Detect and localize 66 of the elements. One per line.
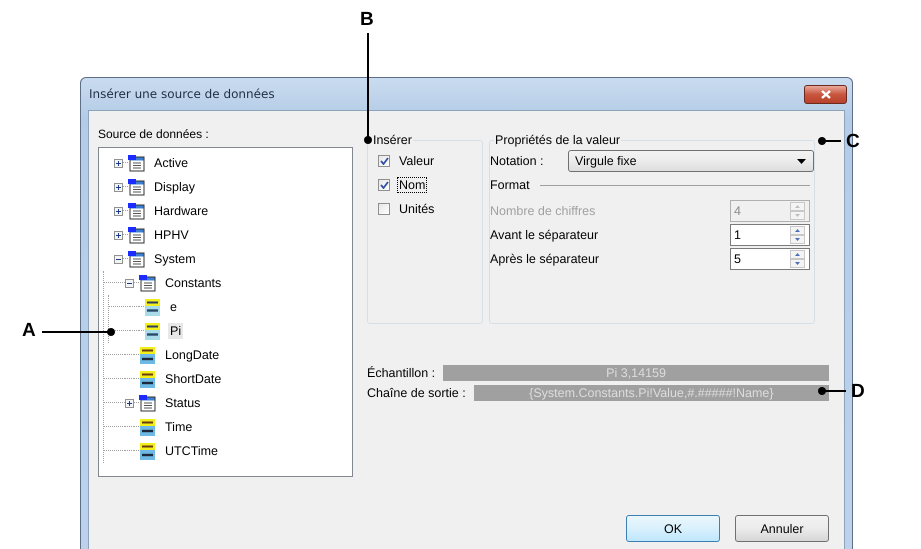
check-icon xyxy=(380,181,388,189)
expand-icon[interactable] xyxy=(114,206,123,216)
value-icon xyxy=(139,346,156,364)
caret-icon xyxy=(797,158,806,164)
tree-item[interactable]: Pi xyxy=(168,323,184,339)
tree-item[interactable]: ShortDate xyxy=(163,371,224,387)
field-label: Avant le séparateur xyxy=(490,228,598,242)
tree-item[interactable]: Active xyxy=(152,155,190,171)
collapse-icon[interactable] xyxy=(114,254,123,264)
tree-item[interactable]: Constants xyxy=(163,275,224,291)
cancel-button[interactable]: Annuler xyxy=(735,515,829,542)
window-title: Insérer une source de données xyxy=(88,87,275,101)
field-label: Source de données : xyxy=(98,127,210,141)
value-icon xyxy=(144,298,161,316)
section-title: Format xyxy=(490,178,530,192)
callout-label: B xyxy=(360,9,374,31)
window-icon xyxy=(139,394,156,412)
value-icon xyxy=(144,322,161,340)
group-title: Insérer xyxy=(372,133,413,147)
group-title: Propriétés de la valeur xyxy=(494,133,622,147)
leader-line xyxy=(817,387,846,397)
expand-icon[interactable] xyxy=(114,230,123,240)
output-string-field: {System.Constants.Pi!Value,#.#####!Name} xyxy=(474,385,829,401)
sample-field: Pi 3,14159 xyxy=(443,365,829,381)
checkbox-label[interactable]: Valeur xyxy=(398,154,436,168)
window-icon xyxy=(128,226,145,244)
tree-view[interactable]: Active Display Hardware HPHV System Constants e Pi LongDate ShortDate Status Time UTCTime xyxy=(98,147,353,477)
tree-item[interactable]: Display xyxy=(152,179,197,195)
value-icon xyxy=(139,442,156,460)
close-button[interactable] xyxy=(804,84,847,104)
ok-button[interactable]: OK xyxy=(626,515,720,542)
window-icon xyxy=(128,202,145,220)
tree-item[interactable]: UTCTime xyxy=(163,443,220,459)
field-label: Nombre de chiffres xyxy=(490,204,596,218)
checkbox[interactable] xyxy=(378,155,390,167)
window-icon xyxy=(128,250,145,268)
tree-item[interactable]: Status xyxy=(163,395,202,411)
window-icon xyxy=(139,274,156,292)
check-icon xyxy=(380,157,388,165)
field-label: Notation : xyxy=(490,154,544,168)
tree-item[interactable]: HPHV xyxy=(152,227,191,243)
value-icon xyxy=(139,418,156,436)
checkbox-label[interactable]: Nom xyxy=(398,178,426,192)
close-icon xyxy=(820,90,830,98)
expand-icon[interactable] xyxy=(125,398,134,408)
tree-item[interactable]: System xyxy=(152,251,198,267)
checkbox-label[interactable]: Unités xyxy=(398,202,436,216)
field-label: Après le séparateur xyxy=(490,252,600,266)
tree-item[interactable]: e xyxy=(168,299,179,315)
field-label: Échantillon : xyxy=(367,366,436,380)
window-icon xyxy=(128,154,145,172)
tree-item[interactable]: LongDate xyxy=(163,347,222,363)
collapse-icon[interactable] xyxy=(125,278,134,288)
value-icon xyxy=(139,370,156,388)
leader-line xyxy=(817,137,841,147)
expand-icon[interactable] xyxy=(114,182,123,192)
field-label: Chaîne de sortie : xyxy=(367,386,466,400)
callout-label: C xyxy=(846,131,860,153)
callout-label: A xyxy=(22,320,36,342)
dropdown[interactable]: Virgule fixe xyxy=(568,150,814,172)
window-icon xyxy=(128,178,145,196)
tree-item[interactable]: Hardware xyxy=(152,203,210,219)
tree-item[interactable]: Time xyxy=(163,419,194,435)
checkbox[interactable] xyxy=(378,179,390,191)
checkbox[interactable] xyxy=(378,203,390,215)
expand-icon[interactable] xyxy=(114,158,123,168)
